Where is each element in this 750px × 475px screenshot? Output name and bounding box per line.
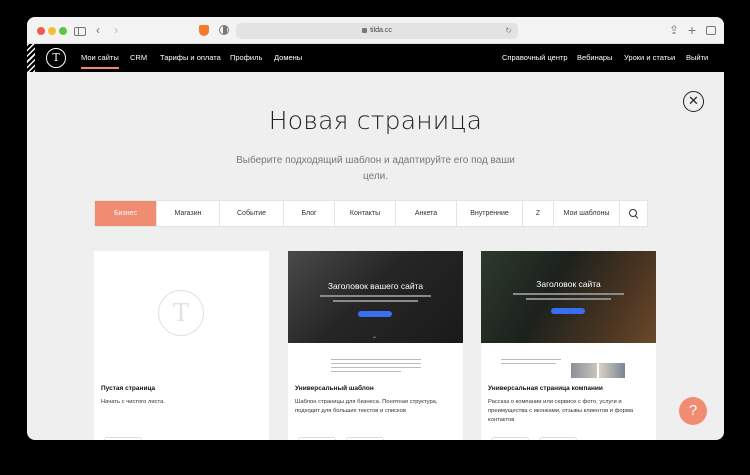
category-tabs: Бизнес Магазин Событие Блог Контакты Анк…	[94, 200, 648, 227]
browser-window: ‹ › tilda.cc ↻ ⇪ + T Мои сайты CRM Тариф…	[27, 17, 724, 440]
nav-domains[interactable]: Домены	[274, 44, 302, 72]
hero-preview-image: Заголовок сайта	[481, 251, 656, 343]
hero-heading: Заголовок вашего сайта	[327, 281, 424, 291]
hero-text-line	[333, 300, 418, 302]
tab-zero[interactable]: Z	[523, 201, 554, 226]
page-subtitle: Выберите подходящий шаблон и адаптируйте…	[236, 155, 515, 182]
address-bar[interactable]: tilda.cc ↻	[236, 23, 518, 39]
new-tab-icon[interactable]: +	[687, 23, 697, 38]
nav-crm[interactable]: CRM	[130, 44, 147, 72]
forward-icon[interactable]: ›	[111, 23, 121, 38]
hero-text-line	[513, 293, 624, 295]
nav-help-center[interactable]: Справочный центр	[502, 44, 568, 72]
text-line	[501, 359, 561, 361]
preview-thumbnail	[599, 363, 625, 378]
top-navigation: T Мои сайты CRM Тарифы и оплата Профиль …	[27, 44, 724, 72]
template-preview: Заголовок сайта	[481, 251, 656, 378]
text-line	[331, 371, 401, 373]
template-preview: Заголовок вашего сайта ⌄	[288, 251, 463, 378]
sidebar-icon[interactable]	[74, 27, 86, 36]
template-button[interactable]	[491, 437, 529, 440]
share-icon[interactable]: ⇪	[669, 23, 679, 38]
tab-form[interactable]: Анкета	[396, 201, 457, 226]
hero-heading: Заголовок сайта	[536, 279, 601, 289]
hero-text-line	[320, 295, 431, 297]
template-button[interactable]	[104, 437, 142, 440]
reload-icon[interactable]: ↻	[505, 23, 512, 39]
back-icon[interactable]: ‹	[93, 23, 103, 38]
template-description: Рассказ о компании или сервисе с фото, у…	[488, 399, 634, 423]
tilda-logo[interactable]: T	[46, 48, 66, 68]
nav-tariffs[interactable]: Тарифы и оплата	[160, 44, 221, 72]
text-line	[331, 359, 421, 361]
tab-shop[interactable]: Магазин	[157, 201, 220, 226]
template-button[interactable]	[539, 437, 577, 440]
zigzag-decoration	[27, 44, 35, 72]
template-card-universal[interactable]: Заголовок вашего сайта ⌄ Универсальный ш…	[288, 251, 463, 440]
nav-my-sites[interactable]: Мои сайты	[81, 44, 119, 72]
zoom-window-button[interactable]	[59, 27, 67, 35]
tilda-logo-watermark: T	[158, 290, 204, 336]
tab-contacts[interactable]: Контакты	[335, 201, 396, 226]
hero-preview-image: Заголовок вашего сайта ⌄	[288, 251, 463, 343]
text-line	[501, 363, 556, 365]
tab-search[interactable]	[620, 201, 647, 226]
help-button[interactable]: ?	[679, 397, 707, 425]
hero-button	[358, 311, 392, 317]
tab-blog[interactable]: Блог	[284, 201, 335, 226]
search-icon	[629, 209, 638, 218]
template-title: Универсальная страница компании	[488, 385, 603, 392]
tab-event[interactable]: Событие	[220, 201, 284, 226]
nav-lessons[interactable]: Уроки и статьи	[624, 44, 675, 72]
minimize-window-button[interactable]	[48, 27, 56, 35]
nav-profile[interactable]: Профиль	[230, 44, 262, 72]
template-description: Шаблон страницы для бизнеса. Понятная ст…	[295, 399, 438, 414]
chevron-down-icon: ⌄	[372, 334, 378, 340]
template-description: Начать с чистого листа.	[101, 399, 165, 405]
url-text: tilda.cc	[370, 27, 392, 34]
lock-icon	[362, 28, 368, 33]
template-card-blank[interactable]: T Пустая страница Начать с чистого листа…	[94, 251, 269, 440]
nav-logout[interactable]: Выйти	[686, 44, 708, 72]
privacy-icon[interactable]	[219, 25, 229, 35]
brave-shield-icon[interactable]	[199, 25, 209, 36]
browser-toolbar: ‹ › tilda.cc ↻ ⇪ +	[27, 17, 724, 44]
nav-webinars[interactable]: Вебинары	[577, 44, 612, 72]
hero-text-line	[526, 298, 611, 300]
template-card-company[interactable]: Заголовок сайта Универсальная страница к…	[481, 251, 656, 440]
text-line	[331, 367, 421, 369]
tab-internal[interactable]: Внутренние	[457, 201, 523, 226]
template-button[interactable]	[298, 437, 336, 440]
preview-thumbnail	[571, 363, 597, 378]
close-window-button[interactable]	[37, 27, 45, 35]
tabs-overview-icon[interactable]	[706, 26, 716, 35]
text-line	[331, 363, 421, 365]
template-title: Пустая страница	[101, 385, 156, 392]
tab-my-templates[interactable]: Мои шаблоны	[554, 201, 620, 226]
template-title: Универсальный шаблон	[295, 385, 374, 392]
template-button[interactable]	[346, 437, 384, 440]
hero-button	[551, 308, 585, 314]
page-title: Новая страница	[268, 106, 483, 135]
template-preview: T	[94, 251, 269, 378]
tab-business[interactable]: Бизнес	[95, 201, 157, 226]
